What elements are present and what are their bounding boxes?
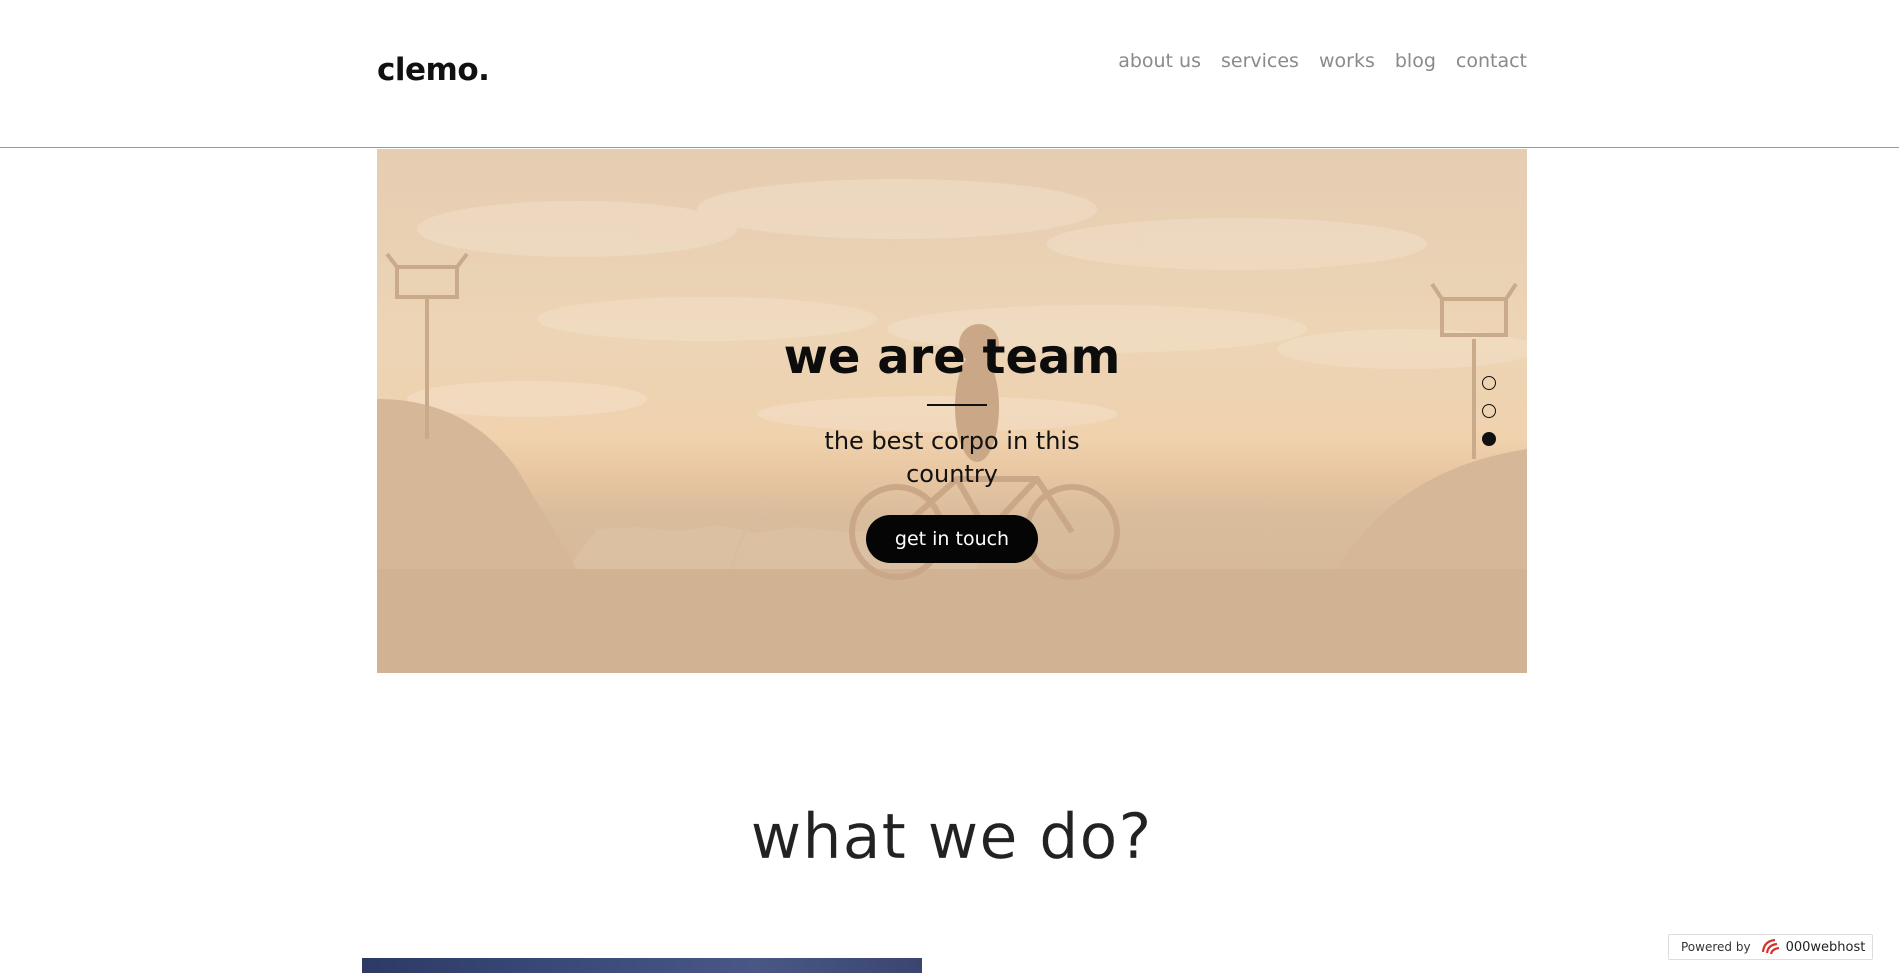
slider-pagination xyxy=(1482,376,1498,460)
section-title-text: what we do? xyxy=(750,800,1153,873)
nav-link-services[interactable]: services xyxy=(1221,50,1299,72)
hero-title: we are team xyxy=(783,329,1121,385)
hero-divider xyxy=(927,404,987,406)
nav-link-works[interactable]: works xyxy=(1319,50,1375,72)
get-in-touch-button[interactable]: get in touch xyxy=(866,515,1038,563)
nav-link-about-us[interactable]: about us xyxy=(1118,50,1201,72)
nav-link-blog[interactable]: blog xyxy=(1395,50,1436,72)
slider-dot-3-active[interactable] xyxy=(1482,432,1496,446)
hero-background-image xyxy=(377,179,1527,673)
badge-prefix: Powered by xyxy=(1681,940,1751,954)
nav-link-contact[interactable]: contact xyxy=(1456,50,1527,72)
webhost-logo-icon xyxy=(1761,938,1779,955)
site-header: clemo. about us services works blog cont… xyxy=(0,0,1899,148)
hero-subtitle: the best corpo in this country xyxy=(824,427,1080,488)
site-logo[interactable]: clemo. xyxy=(377,52,490,88)
slider-dot-2[interactable] xyxy=(1482,404,1496,418)
hero-slider: we are team the best corpo in this count… xyxy=(377,149,1527,673)
hosting-badge[interactable]: Powered by 000webhost xyxy=(1668,934,1873,960)
badge-brand: 000webhost xyxy=(1785,939,1866,955)
section-title: what we do? xyxy=(0,800,1899,873)
slider-dot-1[interactable] xyxy=(1482,376,1496,390)
main-nav: about us services works blog contact xyxy=(1118,50,1527,72)
service-card-image xyxy=(362,958,922,973)
